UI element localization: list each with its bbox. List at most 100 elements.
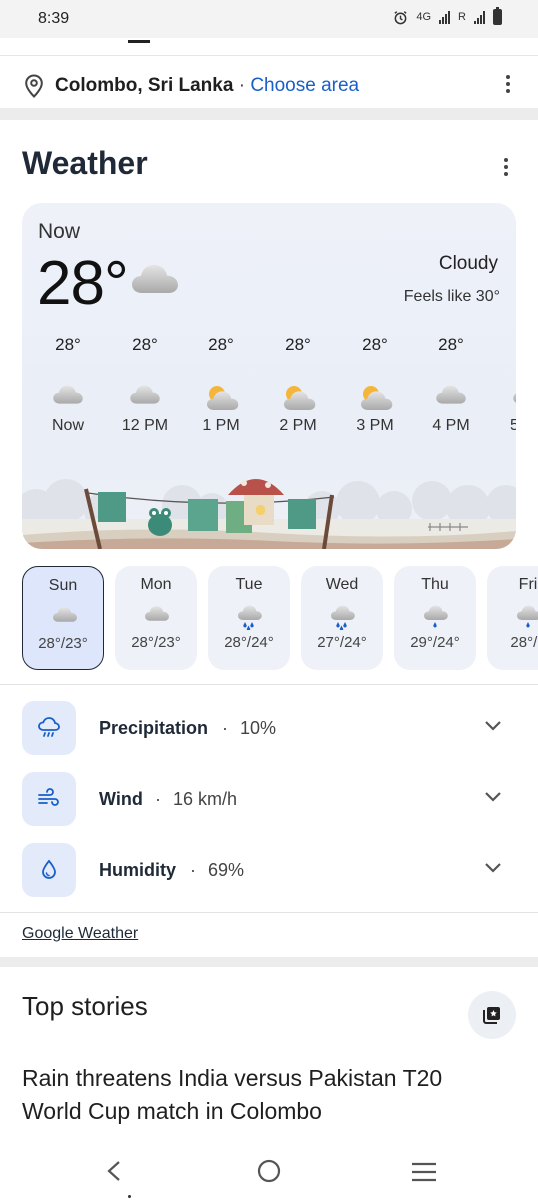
day-card-wed[interactable]: Wed 27°/24° <box>301 566 383 670</box>
hourly-item: 28° 12 PM <box>107 333 183 435</box>
section-divider <box>0 957 538 967</box>
weather-condition: Cloudy <box>438 253 498 274</box>
google-weather-link[interactable]: Google Weather <box>22 925 138 943</box>
signal-icon <box>439 10 451 24</box>
day-temp-range: 28°/2 <box>510 634 538 651</box>
drizzle-cloud-icon <box>424 605 448 628</box>
day-name: Wed <box>325 576 359 593</box>
rain-cloud-icon <box>238 605 262 630</box>
hourly-label: 3 PM <box>356 417 394 434</box>
stories-collection-icon <box>483 1007 500 1024</box>
hourly-temp: 28° <box>132 335 158 354</box>
weather-title: Weather <box>22 145 148 181</box>
day-card-tue[interactable]: Tue 28°/24° <box>208 566 290 670</box>
hourly-label: 5 <box>510 417 516 434</box>
stories-button[interactable] <box>468 991 516 1039</box>
chevron-down-icon[interactable] <box>484 791 502 803</box>
hourly-item: 28° 1 PM <box>183 333 259 435</box>
hourly-item: 28° 2 PM <box>260 333 336 435</box>
divider <box>0 684 538 685</box>
sun-cloud-icon <box>207 386 239 410</box>
day-card-thu[interactable]: Thu 29°/24° <box>394 566 476 670</box>
chevron-down-icon[interactable] <box>484 720 502 732</box>
day-card-sun[interactable]: Sun 28°/23° <box>22 566 104 670</box>
alarm-icon <box>394 10 407 24</box>
hourly-item: 28° 3 PM <box>337 333 413 435</box>
day-temp-range: 28°/23° <box>38 635 88 652</box>
divider <box>0 912 538 913</box>
hourly-item: 5 <box>490 333 516 435</box>
day-temp-range: 29°/24° <box>410 634 460 651</box>
top-stories-title: Top stories <box>22 991 148 1021</box>
day-name: Thu <box>421 576 449 593</box>
humidity-label: Humidity <box>99 860 177 880</box>
precipitation-value: 10% <box>240 718 277 738</box>
precipitation-label: Precipitation <box>99 718 209 738</box>
location-text: Colombo, Sri Lanka · Choose area <box>55 75 359 97</box>
roaming-indicator: R <box>458 11 466 23</box>
precipitation-row[interactable]: Precipitation · 10% <box>0 701 538 757</box>
location-name: Colombo, Sri Lanka <box>55 75 234 96</box>
battery-icon <box>493 7 502 25</box>
day-card-mon[interactable]: Mon 28°/23° <box>115 566 197 670</box>
day-name: Mon <box>140 576 172 593</box>
cloud-icon <box>145 606 169 621</box>
hourly-label: 4 PM <box>432 417 470 434</box>
location-pin-icon <box>25 74 43 98</box>
humidity-value: 69% <box>208 860 245 880</box>
day-card-fri[interactable]: Fri 28°/2 <box>487 566 538 670</box>
status-icons: 4G R <box>393 7 502 25</box>
navigation-bar <box>0 1140 538 1200</box>
weather-more-icon[interactable] <box>504 158 508 176</box>
location-more-icon[interactable] <box>506 75 510 93</box>
chevron-down-icon[interactable] <box>484 862 502 874</box>
signal-icon-2 <box>474 10 485 24</box>
status-bar: 8:39 4G R <box>0 0 538 38</box>
story-headline[interactable]: Rain threatens India versus Pakistan T20… <box>22 1062 502 1128</box>
cloud-icon <box>132 265 178 293</box>
hourly-temp: 28° <box>362 335 388 354</box>
humidity-row[interactable]: Humidity · 69% <box>0 843 538 899</box>
choose-area-link[interactable]: Choose area <box>250 75 359 96</box>
wind-icon <box>38 788 59 806</box>
wind-dot: · <box>155 789 161 809</box>
wind-row[interactable]: Wind · 16 km/h <box>0 772 538 828</box>
hourly-label: 1 PM <box>202 417 240 434</box>
weather-illustration <box>22 479 516 549</box>
top-strip <box>0 38 538 56</box>
weather-card: Now 28° Cloudy Feels like 30° 28° Now 28… <box>22 203 516 549</box>
location-separator: · <box>238 75 246 96</box>
sun-cloud-icon <box>361 386 393 410</box>
location-bar[interactable]: Colombo, Sri Lanka · Choose area <box>0 58 538 108</box>
day-name: Sun <box>48 577 78 594</box>
hourly-temp: 28° <box>438 335 464 354</box>
wind-value: 16 km/h <box>173 789 238 809</box>
home-icon[interactable] <box>257 1159 281 1183</box>
feels-like: Feels like 30° <box>403 288 500 305</box>
hourly-item: 28° Now <box>30 333 106 435</box>
nav-indicator-dot <box>128 1195 131 1198</box>
wind-label: Wind <box>99 789 143 809</box>
status-time: 8:39 <box>38 10 70 27</box>
recent-apps-icon[interactable] <box>411 1162 437 1182</box>
network-type: 4G <box>416 11 432 23</box>
now-label: Now <box>38 220 81 243</box>
day-temp-range: 28°/23° <box>131 634 181 651</box>
back-icon[interactable] <box>104 1160 122 1182</box>
day-temp-range: 28°/24° <box>224 634 274 651</box>
cloud-icon <box>53 385 83 404</box>
day-temp-range: 27°/24° <box>317 634 367 651</box>
hourly-forecast[interactable]: 28° Now 28° 12 PM 28° 1 PM 28° 2 PM 28° … <box>22 333 516 463</box>
sun-cloud-icon <box>284 386 316 410</box>
hourly-temp <box>490 333 516 357</box>
humidity-drop-icon <box>42 859 56 879</box>
cloud-icon <box>436 385 466 404</box>
precipitation-icon <box>38 717 60 737</box>
hourly-temp: 28° <box>55 335 81 354</box>
daily-forecast[interactable]: Sun 28°/23° Mon 28°/23° Tue 28°/24° Wed … <box>22 566 538 670</box>
cloud-icon <box>130 385 160 404</box>
cloud-icon <box>513 393 516 403</box>
day-name: Fri <box>518 576 538 593</box>
current-temperature: 28° <box>37 249 129 318</box>
hourly-temp: 28° <box>208 335 234 354</box>
